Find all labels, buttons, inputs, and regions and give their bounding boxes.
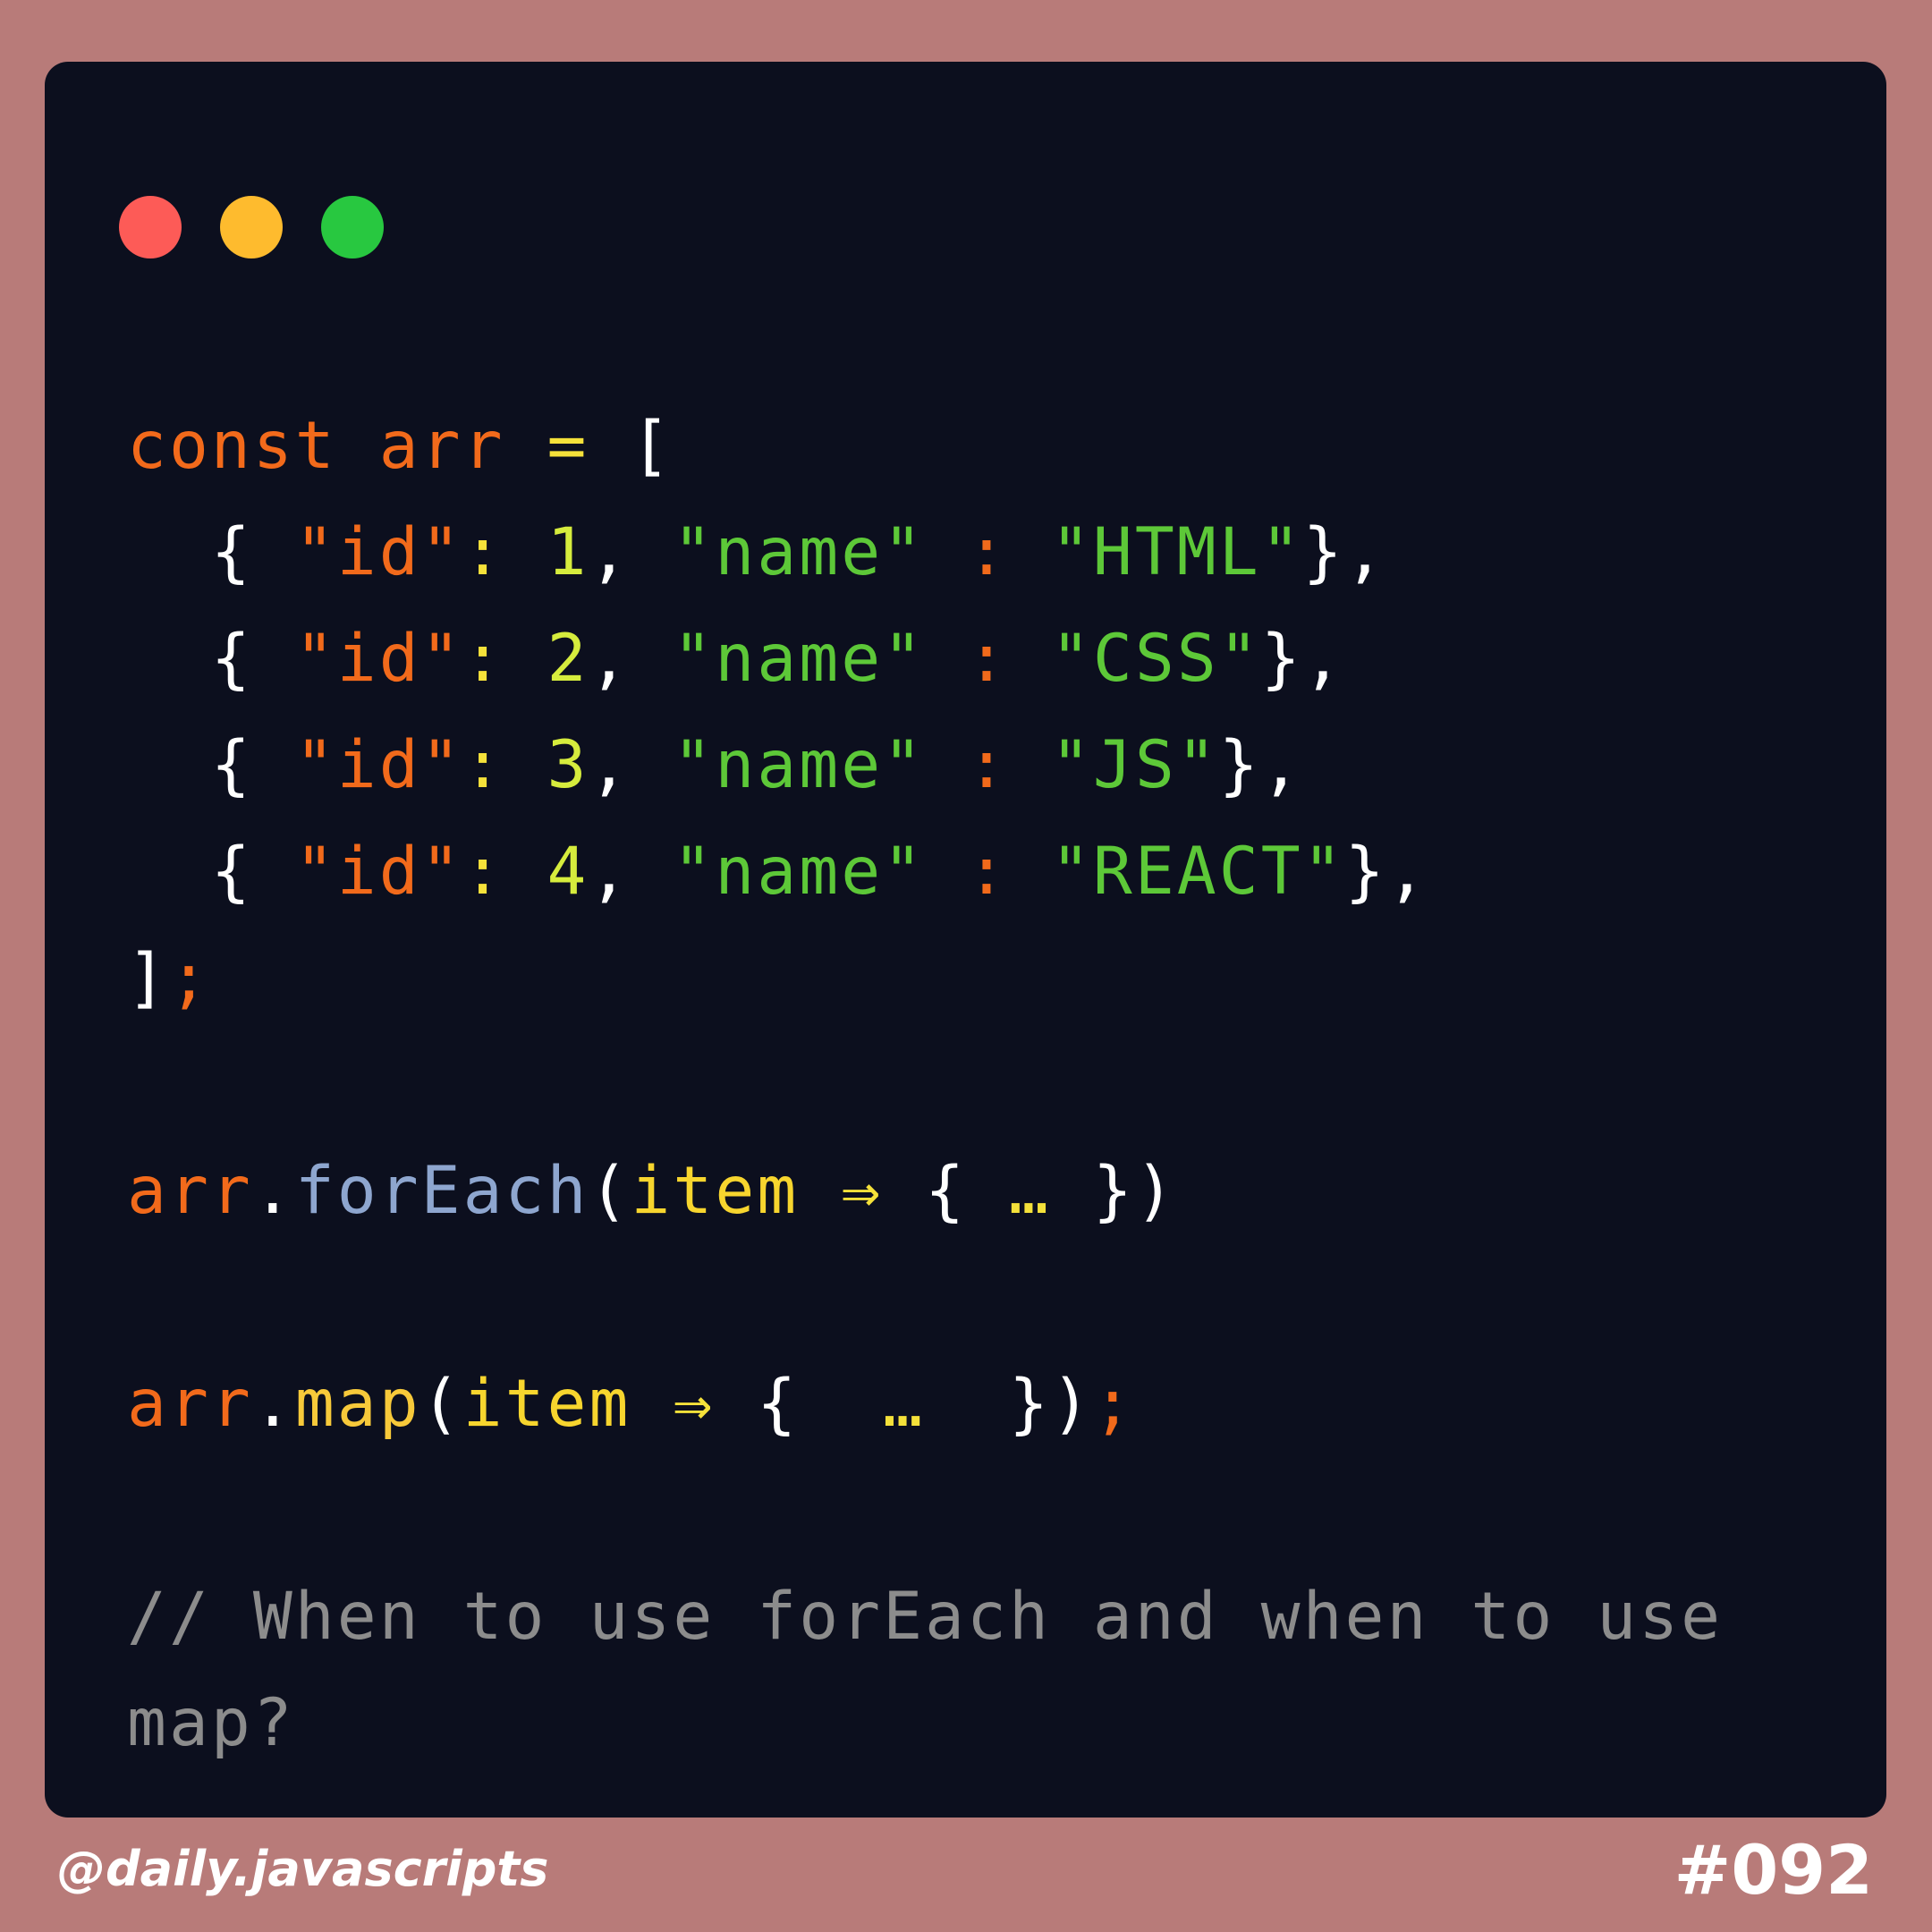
paren-open: (	[589, 1153, 631, 1229]
operator-equals: =	[547, 408, 589, 484]
name-value: "HTML"	[1050, 514, 1303, 590]
name-value: "CSS"	[1050, 621, 1261, 697]
comment-line-1: // When to use forEach and when to use	[127, 1563, 1723, 1670]
colon: :	[462, 834, 505, 910]
comma: ,	[589, 727, 631, 803]
brace-open: {	[925, 1153, 968, 1229]
name-key: "name"	[673, 727, 926, 803]
colon: :	[462, 621, 505, 697]
variable-arr: arr	[378, 408, 505, 484]
ellipsis: …	[883, 1366, 926, 1442]
code-block: const arr = [ { "id": 1, "name" : "HTML"…	[127, 393, 1723, 1776]
close-dot-icon[interactable]	[119, 196, 182, 258]
comment-line-2: map?	[127, 1670, 1723, 1776]
id-key: "id"	[294, 514, 463, 590]
brace-close: })	[1009, 1366, 1093, 1442]
brace-close: },	[1302, 514, 1387, 590]
name-key: "name"	[673, 514, 926, 590]
id-value: 2	[547, 621, 589, 697]
keyword-const: const	[127, 408, 337, 484]
comment-text: // When to use forEach and when to use	[127, 1579, 1724, 1655]
colon: :	[967, 514, 1009, 590]
name-key: "name"	[673, 834, 926, 910]
code-line-const: const arr = [	[127, 393, 1723, 499]
id-value: 4	[547, 834, 589, 910]
maximize-dot-icon[interactable]	[321, 196, 384, 258]
semicolon: ;	[1092, 1366, 1135, 1442]
code-line-row-2: { "id": 2, "name" : "CSS"},	[127, 606, 1723, 712]
code-window: const arr = [ { "id": 1, "name" : "HTML"…	[45, 62, 1886, 1818]
method-foreach: forEach	[294, 1153, 589, 1229]
colon: :	[462, 727, 505, 803]
brace-close: },	[1260, 621, 1345, 697]
id-value: 3	[547, 727, 589, 803]
minimize-dot-icon[interactable]	[220, 196, 283, 258]
brace-open: {	[757, 1366, 800, 1442]
arrow-icon: ⇒	[673, 1366, 716, 1442]
brace-close: },	[1218, 727, 1303, 803]
comma: ,	[589, 621, 631, 697]
name-key: "name"	[673, 621, 926, 697]
id-key: "id"	[294, 727, 463, 803]
colon: :	[462, 514, 505, 590]
account-handle: @daily.javascripts	[57, 1841, 549, 1897]
name-value: "JS"	[1050, 727, 1219, 803]
paren-open: (	[420, 1366, 463, 1442]
variable-arr: arr	[127, 1366, 253, 1442]
arrow-icon: ⇒	[841, 1153, 884, 1229]
dot: .	[252, 1153, 295, 1229]
brace-open: {	[210, 514, 253, 590]
code-line-close: ];	[127, 925, 1723, 1031]
id-key: "id"	[294, 834, 463, 910]
code-line-map: arr.map(item ⇒ { … });	[127, 1351, 1723, 1457]
brace-close: },	[1344, 834, 1429, 910]
colon: :	[967, 621, 1009, 697]
param-item: item	[631, 1153, 800, 1229]
brace-open: {	[210, 834, 253, 910]
id-key: "id"	[294, 621, 463, 697]
param-item: item	[462, 1366, 631, 1442]
bracket-close: ]	[127, 940, 169, 1016]
code-line-row-3: { "id": 3, "name" : "JS"},	[127, 712, 1723, 818]
comma: ,	[589, 514, 631, 590]
brace-open: {	[210, 621, 253, 697]
code-line-row-4: { "id": 4, "name" : "REACT"},	[127, 818, 1723, 925]
comma: ,	[589, 834, 631, 910]
brace-close: })	[1092, 1153, 1177, 1229]
code-line-row-1: { "id": 1, "name" : "HTML"},	[127, 499, 1723, 606]
code-line-foreach: arr.forEach(item ⇒ { … })	[127, 1138, 1723, 1244]
ellipsis: …	[1009, 1153, 1051, 1229]
issue-number: #092	[1674, 1830, 1873, 1910]
bracket-open: [	[631, 408, 674, 484]
semicolon: ;	[168, 940, 211, 1016]
name-value: "REACT"	[1050, 834, 1345, 910]
colon: :	[967, 834, 1009, 910]
id-value: 1	[547, 514, 589, 590]
comment-text: map?	[127, 1685, 295, 1761]
method-map: map	[294, 1366, 421, 1442]
variable-arr: arr	[127, 1153, 253, 1229]
brace-open: {	[210, 727, 253, 803]
colon: :	[967, 727, 1009, 803]
dot: .	[252, 1366, 295, 1442]
